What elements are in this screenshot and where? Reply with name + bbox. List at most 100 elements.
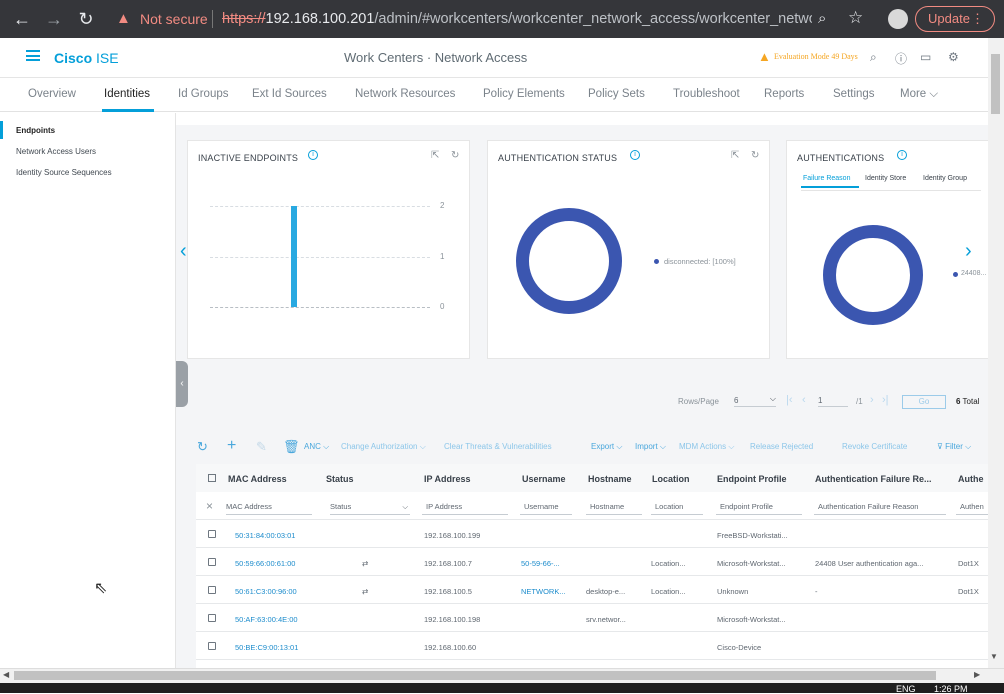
tab-policy-sets[interactable]: Policy Sets [588, 88, 645, 100]
filter-mac[interactable]: MAC Address [226, 498, 312, 515]
mdm-actions-menu[interactable]: MDM Actions ⌵ [679, 442, 734, 452]
scroll-down-icon[interactable]: ▼ [990, 652, 998, 661]
filter-menu[interactable]: ⊽ Filter ⌵ [937, 442, 971, 452]
scroll-right-icon[interactable]: ▶ [974, 670, 980, 679]
evaluation-badge[interactable]: Evaluation Mode 49 Days [774, 52, 858, 61]
release-rejected-button[interactable]: Release Rejected [750, 442, 813, 451]
clear-threats-button[interactable]: Clear Threats & Vulnerabilities [444, 442, 552, 451]
col-auth[interactable]: Authe [958, 474, 984, 484]
col-endpoint-profile[interactable]: Endpoint Profile [717, 474, 787, 484]
sidebar-item-identity-source-sequences[interactable]: Identity Source Sequences [16, 168, 112, 177]
add-icon[interactable]: + [227, 437, 236, 455]
row-checkbox[interactable] [208, 558, 216, 566]
app-logo[interactable]: Cisco ISE [54, 50, 119, 66]
cell-mac[interactable]: 50:59:66:00:61:00 [235, 559, 295, 568]
update-button[interactable]: Update ⋮ [915, 6, 995, 32]
filter-status[interactable]: Status ⌵ [330, 498, 410, 515]
address-bar[interactable]: https://192.168.100.201/admin/#workcente… [222, 11, 812, 27]
donut-chart[interactable] [516, 208, 622, 314]
col-status[interactable]: Status [326, 474, 354, 484]
filter-ip[interactable]: IP Address [422, 498, 508, 515]
search-icon[interactable]: ⌕ [870, 50, 877, 65]
table-row[interactable]: 50:59:66:00:61:00 ⇄ 192.168.100.7 50-59-… [196, 548, 988, 576]
col-auth-failure-reason[interactable]: Authentication Failure Re... [815, 474, 932, 484]
refresh-icon[interactable]: ↻ [751, 150, 759, 161]
select-all-checkbox[interactable] [208, 474, 216, 482]
row-checkbox[interactable] [208, 642, 216, 650]
go-button[interactable]: Go [902, 395, 946, 409]
help-icon[interactable]: ⓘ [895, 50, 907, 67]
first-page-icon[interactable]: |‹ [786, 394, 793, 406]
chart-bar[interactable] [291, 206, 297, 307]
table-row[interactable]: 50:61:C3:00:96:00 ⇄ 192.168.100.5 NETWOR… [196, 576, 988, 604]
sidebar-item-endpoints[interactable]: Endpoints [16, 126, 55, 135]
refresh-icon[interactable]: ↻ [451, 150, 459, 161]
tab-network-resources[interactable]: Network Resources [355, 88, 455, 100]
row-checkbox[interactable] [208, 586, 216, 594]
subtab-identity-group[interactable]: Identity Group [923, 175, 967, 182]
reload-icon[interactable]: ↻ [76, 9, 96, 29]
filter-hostname[interactable]: Hostname [586, 498, 642, 515]
cell-mac[interactable]: 50:AF:63:00:4E:00 [235, 615, 298, 624]
tab-reports[interactable]: Reports [764, 88, 804, 100]
back-icon[interactable]: ← [12, 9, 32, 29]
external-link-icon[interactable]: ⇱ [431, 150, 439, 161]
edit-icon[interactable]: ✎ [256, 439, 267, 455]
cell-username[interactable]: NETWORK... [521, 587, 566, 596]
horizontal-scroll-thumb[interactable] [14, 671, 936, 680]
export-menu[interactable]: Export ⌵ [591, 442, 622, 452]
last-page-icon[interactable]: ›| [882, 394, 889, 406]
tab-id-groups[interactable]: Id Groups [178, 88, 229, 100]
star-icon[interactable]: ☆ [848, 8, 863, 28]
import-menu[interactable]: Import ⌵ [635, 442, 666, 452]
revoke-certificate-button[interactable]: Revoke Certificate [842, 442, 907, 451]
vertical-scroll-thumb[interactable] [991, 54, 1000, 114]
kebab-menu-icon[interactable]: ⋮ [971, 7, 984, 31]
anc-menu[interactable]: ANC ⌵ [304, 442, 329, 452]
carousel-prev-icon[interactable]: ‹ [180, 240, 187, 263]
change-authorization-menu[interactable]: Change Authorization ⌵ [341, 442, 426, 452]
sidebar-item-network-access-users[interactable]: Network Access Users [16, 147, 96, 156]
not-secure-label[interactable]: Not secure [140, 11, 208, 27]
page-input[interactable]: 1 [818, 392, 848, 407]
col-username[interactable]: Username [522, 474, 566, 484]
next-page-icon[interactable]: › [870, 394, 874, 406]
hamburger-menu-icon[interactable] [26, 50, 40, 61]
filter-username[interactable]: Username [520, 498, 572, 515]
tab-overview[interactable]: Overview [28, 88, 76, 100]
col-hostname[interactable]: Hostname [588, 474, 632, 484]
filter-endpoint-profile[interactable]: Endpoint Profile [716, 498, 802, 515]
cell-mac[interactable]: 50:31:84:00:03:01 [235, 531, 295, 540]
tab-ext-id-sources[interactable]: Ext Id Sources [252, 88, 327, 100]
filter-auth[interactable]: Authen [956, 498, 988, 515]
table-row[interactable]: 50:BE:C9:00:13:01 192.168.100.60 Cisco-D… [196, 632, 988, 660]
col-mac-address[interactable]: MAC Address [228, 474, 287, 484]
prev-page-icon[interactable]: ‹ [802, 394, 806, 406]
clear-filter-icon[interactable]: × [206, 499, 213, 513]
filter-location[interactable]: Location [651, 498, 703, 515]
tab-settings[interactable]: Settings [833, 88, 875, 100]
carousel-next-icon[interactable]: › [965, 240, 972, 263]
dashboard-icon[interactable]: ▭ [920, 50, 931, 64]
col-ip-address[interactable]: IP Address [424, 474, 471, 484]
tab-more[interactable]: More ⌵ [900, 88, 938, 101]
row-checkbox[interactable] [208, 530, 216, 538]
rows-per-page-select[interactable]: 6 ⌵ [734, 392, 776, 407]
col-location[interactable]: Location [652, 474, 690, 484]
forward-icon[interactable]: → [44, 9, 64, 29]
profile-avatar[interactable] [888, 9, 908, 29]
table-row[interactable]: 50:31:84:00:03:01 192.168.100.199 FreeBS… [196, 520, 988, 548]
info-icon[interactable]: i [897, 150, 907, 160]
external-link-icon[interactable]: ⇱ [731, 150, 739, 161]
scroll-left-icon[interactable]: ◀ [3, 670, 9, 679]
subtab-identity-store[interactable]: Identity Store [865, 175, 906, 182]
tab-troubleshoot[interactable]: Troubleshoot [673, 88, 740, 100]
table-row[interactable]: 50:AF:63:00:4E:00 192.168.100.198 srv.ne… [196, 604, 988, 632]
info-icon[interactable]: i [630, 150, 640, 160]
vertical-scrollbar[interactable] [988, 38, 1004, 668]
cell-mac[interactable]: 50:61:C3:00:96:00 [235, 587, 297, 596]
subtab-failure-reason[interactable]: Failure Reason [803, 175, 850, 182]
warning-icon[interactable]: ▲ [116, 10, 131, 27]
info-icon[interactable]: i [308, 150, 318, 160]
trash-icon[interactable]: 🗑 [283, 439, 300, 455]
